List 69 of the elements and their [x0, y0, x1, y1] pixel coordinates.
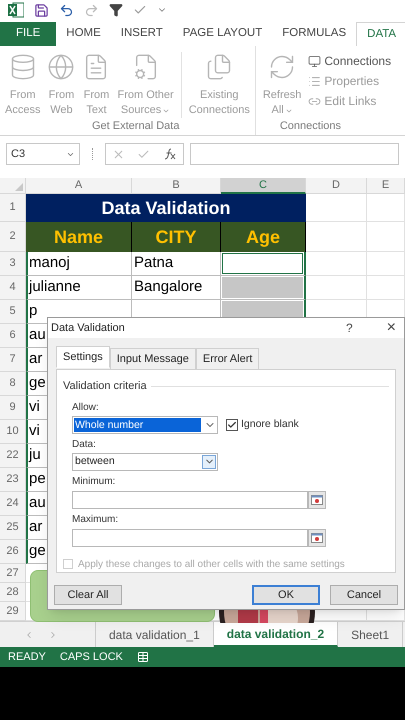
table-cell-text: ge	[29, 541, 46, 562]
table-cell-text: vi	[29, 397, 40, 418]
dialog-tab[interactable]: Error Alert	[196, 348, 260, 370]
field-label: Allow:	[71, 400, 100, 414]
dialog-tab[interactable]: Input Message	[110, 348, 196, 370]
table-cell-text: ge	[29, 373, 46, 394]
row-header: 4	[0, 276, 26, 300]
ribbon-tab[interactable]: HOME	[56, 22, 111, 46]
status-text: READY	[8, 650, 46, 665]
table-cell-text: vi	[29, 421, 40, 442]
row-header: 1	[0, 194, 26, 222]
table-cell-text: p	[29, 301, 38, 322]
table-cell-text: Bangalore	[134, 277, 202, 298]
field-label: Data:	[71, 438, 97, 450]
dialog-tab[interactable]: Settings	[56, 346, 110, 368]
file-tab[interactable]: FILE	[0, 22, 56, 46]
section-label: Validation criteria	[63, 379, 147, 394]
row-header: 9	[0, 396, 26, 420]
row-header: 3	[0, 252, 26, 276]
row-header: 23	[0, 468, 26, 492]
name-box[interactable]: C3	[6, 143, 80, 165]
row-header: 5	[0, 300, 26, 324]
row-header: 28	[0, 583, 26, 602]
ribbon-tab[interactable]: INSERT	[110, 22, 173, 46]
header-cell: CITY	[132, 222, 221, 252]
table-cell-text: ar	[29, 349, 42, 370]
allow-dropdown[interactable]: Whole number	[72, 416, 218, 434]
table-cell-text: julianne	[29, 277, 81, 298]
header-cell: Name	[26, 222, 132, 252]
table-cell-text: ju	[29, 445, 41, 466]
row-header: 29	[0, 602, 26, 621]
table-cell-text: au	[29, 325, 46, 346]
table-cell-text: pe	[29, 469, 46, 490]
row-header: 25	[0, 516, 26, 540]
group-label: Connections	[278, 119, 342, 134]
close-button[interactable]: ×	[386, 320, 396, 336]
help-button[interactable]: ?	[346, 319, 353, 337]
dialog-button[interactable]: Clear All	[54, 585, 122, 605]
table-cell-text: Patna	[134, 253, 174, 274]
column-header[interactable]: C	[221, 178, 306, 194]
table-cell-text: ar	[29, 517, 42, 538]
ribbon-small-button[interactable]: Connections	[308, 53, 392, 69]
data-dropdown[interactable]: between	[72, 452, 218, 470]
row-header: 24	[0, 492, 26, 516]
row-header: 8	[0, 372, 26, 396]
group-label: Get External Data	[91, 119, 180, 134]
checkbox-label: Apply these changes to all other cells with the same settings	[78, 558, 345, 572]
sheet-tab[interactable]: data validation_2	[214, 622, 338, 647]
row-header: 10	[0, 420, 26, 444]
ribbon-tab[interactable]: PAGE LAYOUT	[172, 22, 272, 46]
checkbox-label: Ignore blank	[241, 416, 299, 432]
ribbon-tab[interactable]: DATA	[356, 22, 405, 46]
title-cell: Data Validation	[26, 194, 306, 222]
ribbon-tab[interactable]: FORMULAS	[272, 22, 356, 46]
status-text: CAPS LOCK	[60, 650, 123, 665]
field-label: Minimum:	[72, 474, 116, 488]
dialog-button[interactable]: Cancel	[330, 585, 398, 605]
row-header: 26	[0, 540, 26, 564]
row-header: 27	[0, 564, 26, 583]
dialog-title: Data Validation	[51, 320, 125, 336]
field-label: Maximum:	[72, 512, 120, 526]
row-header: 7	[0, 348, 26, 372]
row-header: 6	[0, 324, 26, 348]
header-cell: Age	[221, 222, 306, 252]
table-cell-text: manoj	[29, 253, 70, 274]
table-cell-text: au	[29, 493, 46, 514]
row-header: 22	[0, 444, 26, 468]
row-header: 2	[0, 222, 26, 252]
dialog-button[interactable]: OK	[252, 585, 320, 605]
